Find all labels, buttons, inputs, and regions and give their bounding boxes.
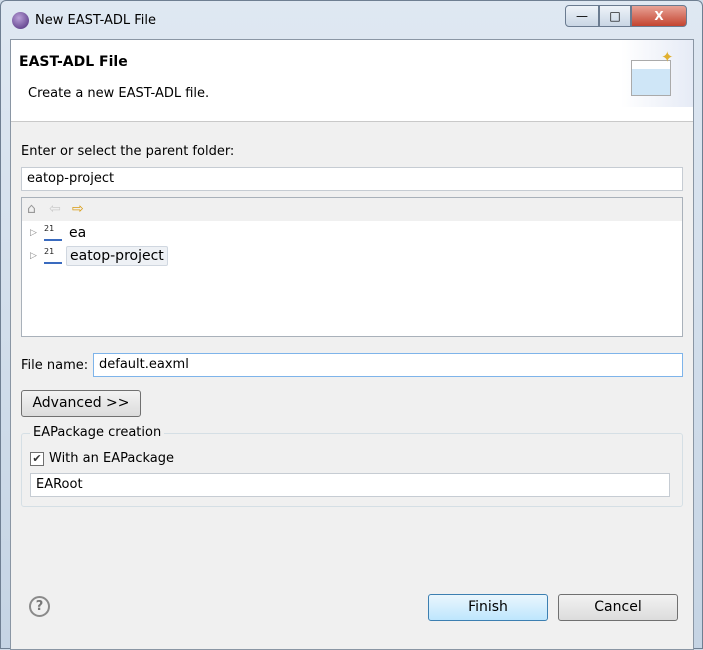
- file-name-input[interactable]: default.eaxml: [93, 353, 683, 377]
- folder-tree[interactable]: ⌂ ⇦ ⇨ ▷ 21 ea ▷ 21 eatop-project: [21, 197, 683, 337]
- parent-folder-input[interactable]: eatop-project: [21, 167, 683, 191]
- home-icon[interactable]: ⌂: [27, 201, 36, 217]
- page-title: EAST-ADL File: [19, 54, 128, 70]
- title-bar[interactable]: New EAST-ADL File — □ X: [1, 1, 703, 39]
- close-button[interactable]: X: [631, 5, 687, 27]
- help-icon[interactable]: ?: [29, 596, 50, 617]
- tree-item-label: eatop-project: [66, 246, 168, 266]
- tree-item[interactable]: ▷ 21 ea: [30, 222, 89, 244]
- group-label: EAPackage creation: [30, 425, 165, 440]
- eapackage-name-input[interactable]: EARoot: [30, 473, 670, 497]
- checkbox-label[interactable]: With an EAPackage: [49, 451, 174, 466]
- eapackage-group: EAPackage creation ✔ With an EAPackage E…: [21, 425, 683, 507]
- forward-icon[interactable]: ⇨: [72, 201, 84, 217]
- back-icon[interactable]: ⇦: [49, 201, 61, 217]
- tree-item-label: ea: [69, 225, 87, 241]
- page-description: Create a new EAST-ADL file.: [28, 86, 210, 101]
- dialog-window: New EAST-ADL File — □ X EAST-ADL File Cr…: [0, 0, 703, 650]
- eapackage-checkbox[interactable]: ✔: [30, 452, 44, 466]
- project-icon: 21: [44, 248, 62, 264]
- expand-icon[interactable]: ▷: [30, 228, 44, 238]
- file-name-label: File name:: [21, 358, 89, 373]
- maximize-button[interactable]: □: [599, 5, 631, 27]
- window-title: New EAST-ADL File: [35, 13, 157, 28]
- cancel-button[interactable]: Cancel: [558, 594, 678, 621]
- wizard-banner-icon: ✦: [621, 40, 693, 107]
- finish-button[interactable]: Finish: [428, 594, 548, 621]
- dialog-body: EAST-ADL File Create a new EAST-ADL file…: [10, 39, 694, 650]
- parent-folder-label: Enter or select the parent folder:: [21, 144, 235, 159]
- advanced-button[interactable]: Advanced >>: [21, 390, 141, 417]
- project-icon: 21: [44, 225, 62, 241]
- tree-item[interactable]: ▷ 21 eatop-project: [30, 245, 168, 267]
- minimize-button[interactable]: —: [565, 5, 599, 27]
- wizard-header: EAST-ADL File Create a new EAST-ADL file…: [11, 40, 693, 122]
- eclipse-icon: [12, 12, 29, 29]
- expand-icon[interactable]: ▷: [30, 251, 44, 261]
